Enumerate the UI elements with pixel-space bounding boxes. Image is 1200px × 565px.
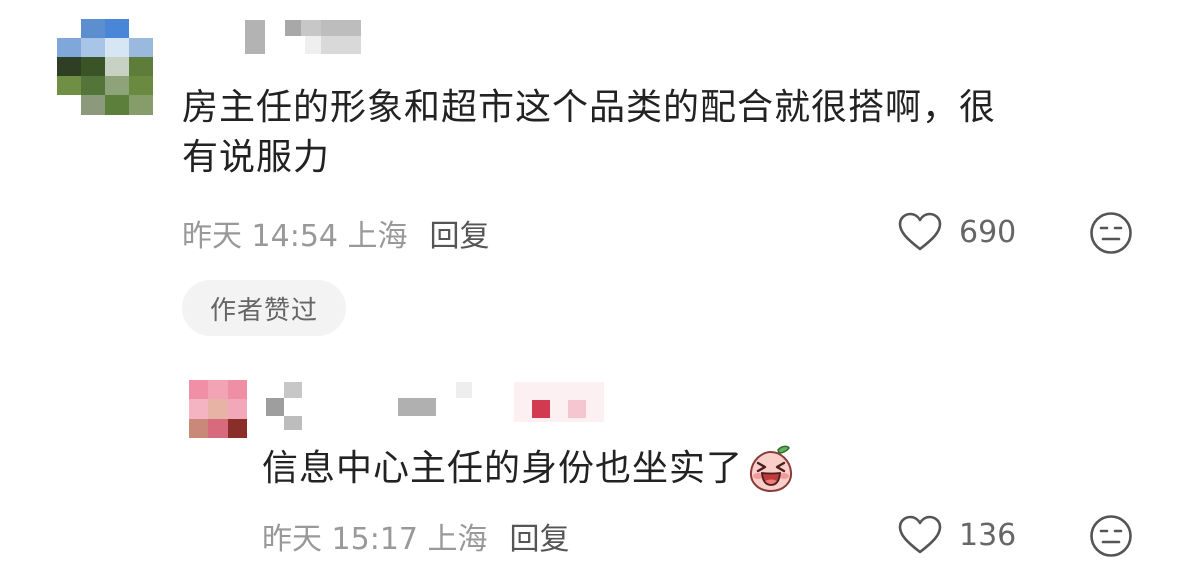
comment-text-line: 房主任的形象和超市这个品类的配合就很搭啊，很 <box>182 87 997 128</box>
laughing-peach-emoji <box>750 445 793 493</box>
like-count: 136 <box>959 517 1017 553</box>
avatar[interactable] <box>189 380 247 438</box>
heart-outline-icon <box>898 212 942 251</box>
username[interactable] <box>245 16 365 56</box>
reply-button[interactable]: 回复 <box>510 514 570 558</box>
author-liked-badge: 作者赞过 <box>182 280 346 336</box>
avatar[interactable] <box>57 19 153 115</box>
comment-meta: 昨天 15:17 上海 回复 <box>262 514 570 558</box>
comment-text-line: 有说服力 <box>182 137 331 178</box>
comment-time-location: 昨天 14:54 上海 <box>182 219 408 254</box>
heart-outline-icon <box>898 515 942 554</box>
comment-time-location: 昨天 15:17 上海 <box>262 522 488 557</box>
comment-text: 房主任的形象和超市这个品类的配合就很搭啊，很 有说服力 <box>182 83 1162 183</box>
dislike-button[interactable] <box>1089 514 1133 558</box>
neutral-face-icon <box>1090 515 1132 557</box>
comment-meta: 昨天 14:54 上海 回复 <box>182 211 490 255</box>
dislike-button[interactable] <box>1089 211 1133 255</box>
neutral-face-icon <box>1090 212 1132 254</box>
username[interactable] <box>266 380 611 430</box>
comment-text-line: 信息中心主任的身份也坐实了 <box>262 448 744 489</box>
like-button[interactable]: 136 <box>897 513 1016 557</box>
comment-text: 信息中心主任的身份也坐实了 <box>262 443 982 495</box>
like-button[interactable]: 690 <box>897 210 1016 254</box>
like-count: 690 <box>959 214 1017 250</box>
reply-button[interactable]: 回复 <box>430 211 490 255</box>
